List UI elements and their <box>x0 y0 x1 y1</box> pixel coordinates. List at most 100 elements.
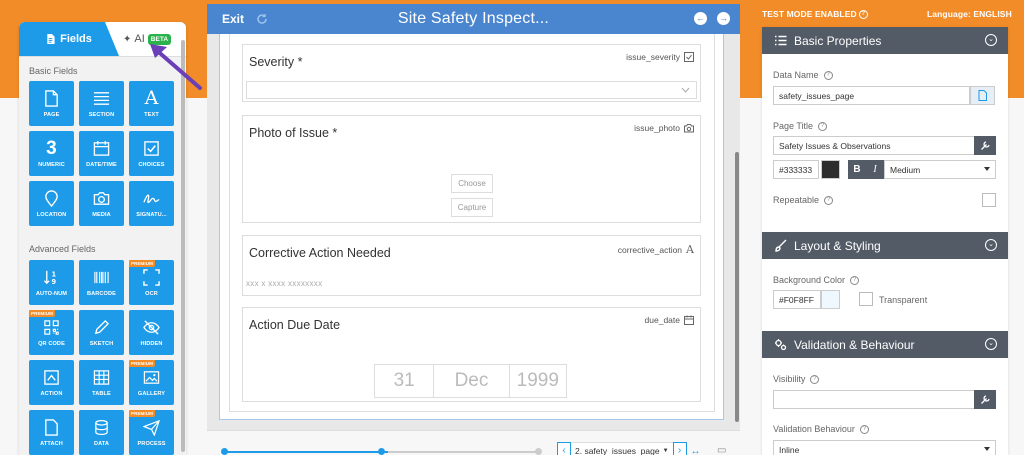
field-key-text: issue_photo <box>634 123 680 133</box>
font-weight-select[interactable]: Medium <box>884 160 996 179</box>
gears-icon <box>775 339 787 351</box>
field-page[interactable]: PAGE <box>29 81 74 126</box>
language-selector[interactable]: Language: ENGLISH <box>927 9 1012 19</box>
progress-dot-current[interactable] <box>378 448 385 455</box>
wrench-icon <box>980 395 990 404</box>
date-year[interactable]: 1999 <box>510 365 566 397</box>
field-table[interactable]: TABLE <box>79 360 124 405</box>
page-progress-track <box>388 451 538 453</box>
field-auto-num[interactable]: 19 AUTO-NUM <box>29 260 74 305</box>
date-month[interactable]: Dec <box>434 365 510 397</box>
next-page-chevron[interactable]: › <box>672 442 687 455</box>
field-sketch-label: SKETCH <box>89 340 114 347</box>
italic-button[interactable]: I <box>866 160 884 179</box>
severity-select[interactable] <box>246 81 697 99</box>
text-color-swatch[interactable] <box>821 160 840 179</box>
fields-scrollbar[interactable] <box>181 40 185 452</box>
chevron-down-icon[interactable]: ⌄ <box>985 338 997 350</box>
help-icon[interactable]: ? <box>850 275 860 285</box>
field-gallery[interactable]: PREMIUM GALLERY <box>129 360 174 405</box>
field-due-date[interactable]: Action Due Date due_date 31 Dec 1999 <box>242 307 701 402</box>
help-icon[interactable]: ? <box>810 374 820 384</box>
pencil-icon <box>94 319 110 334</box>
caret-down-icon: ▼ <box>662 448 669 454</box>
background-color-swatch[interactable] <box>821 290 840 309</box>
next-page-button[interactable]: → <box>717 12 730 25</box>
prev-page-chevron[interactable]: ‹ <box>557 442 571 455</box>
field-hidden[interactable]: HIDDEN <box>129 310 174 355</box>
field-data[interactable]: DATA <box>79 410 124 455</box>
copy-button[interactable] <box>970 86 995 105</box>
prev-page-button[interactable]: ← <box>694 12 707 25</box>
validation-behaviour-select[interactable]: Inline <box>773 440 996 455</box>
repeatable-checkbox[interactable] <box>982 193 996 207</box>
field-action[interactable]: ACTION <box>29 360 74 405</box>
page-dropdown[interactable]: 2. safety_issues_page ▼ <box>571 442 673 455</box>
field-severity[interactable]: Severity * issue_severity <box>242 44 701 102</box>
background-color-input[interactable]: #F0F8FF <box>773 290 821 309</box>
progress-dot-end[interactable] <box>535 448 542 455</box>
field-numeric[interactable]: 3 NUMERIC <box>29 131 74 176</box>
help-icon[interactable]: ? <box>858 10 868 20</box>
canvas-scrollbar[interactable] <box>735 152 739 422</box>
field-process[interactable]: PREMIUM PROCESS <box>129 410 174 455</box>
transparent-checkbox[interactable] <box>859 292 873 306</box>
field-barcode[interactable]: BARCODE <box>79 260 124 305</box>
field-attach[interactable]: ATTACH <box>29 410 74 455</box>
date-picker[interactable]: 31 Dec 1999 <box>374 364 567 398</box>
test-mode-text: TEST MODE ENABLED <box>762 9 857 19</box>
tab-fields[interactable]: Fields <box>19 22 119 56</box>
help-icon[interactable]: ? <box>824 195 834 205</box>
field-media[interactable]: MEDIA <box>79 181 124 226</box>
expand-horizontal-icon[interactable]: ↔ <box>691 446 701 455</box>
field-sketch[interactable]: SKETCH <box>79 310 124 355</box>
expression-button[interactable] <box>974 136 996 155</box>
visibility-input[interactable] <box>773 390 975 409</box>
section-basic-properties[interactable]: Basic Properties ⌄ <box>762 27 1008 54</box>
field-qr-code-label: QR CODE <box>38 340 65 347</box>
premium-badge: PREMIUM <box>29 310 55 317</box>
field-corrective-action[interactable]: Corrective Action Needed corrective_acti… <box>242 235 701 296</box>
field-ocr-label: OCR <box>145 290 158 297</box>
field-location[interactable]: LOCATION <box>29 181 74 226</box>
text-color-input[interactable]: #333333 <box>773 160 819 179</box>
date-day[interactable]: 31 <box>375 365 435 397</box>
help-icon[interactable]: ? <box>859 424 869 434</box>
visibility-expression-button[interactable] <box>974 390 996 409</box>
field-datetime[interactable]: DATE/TIME <box>79 131 124 176</box>
field-severity-key: issue_severity <box>626 52 694 62</box>
basic-fields-title: Basic Fields <box>29 66 78 76</box>
help-icon[interactable]: ? <box>818 121 828 131</box>
field-signature[interactable]: SIGNATU... <box>129 181 174 226</box>
choose-button[interactable]: Choose <box>451 174 493 193</box>
section-validation-behaviour[interactable]: Validation & Behaviour ⌄ <box>762 331 1008 358</box>
capture-button[interactable]: Capture <box>451 198 493 217</box>
field-choices[interactable]: CHOICES <box>129 131 174 176</box>
help-icon[interactable]: ? <box>823 70 833 80</box>
page-title-input[interactable]: Safety Issues & Observations <box>773 136 975 155</box>
field-data-label: DATA <box>93 440 110 447</box>
field-photo[interactable]: Photo of Issue * issue_photo Choose Capt… <box>242 115 701 223</box>
data-name-input[interactable]: safety_issues_page <box>773 86 970 105</box>
field-section[interactable]: SECTION <box>79 81 124 126</box>
field-due-date-key: due_date <box>645 315 694 325</box>
chevron-down-icon[interactable]: ⌄ <box>985 239 997 251</box>
repeatable-label: Repeatable? <box>773 195 834 205</box>
text-icon: A <box>686 243 694 256</box>
section-layout-styling[interactable]: Layout & Styling ⌄ <box>762 232 1008 259</box>
chevron-down-icon[interactable]: ⌄ <box>985 34 997 46</box>
page-progress-filled <box>225 451 388 453</box>
field-ocr[interactable]: PREMIUM OCR <box>129 260 174 305</box>
barcode-icon <box>94 271 109 283</box>
field-numeric-label: NUMERIC <box>38 161 65 168</box>
data-name-label: Data Name? <box>773 70 833 80</box>
list-icon <box>775 35 787 46</box>
field-signature-label: SIGNATU... <box>136 211 167 218</box>
field-qr-code[interactable]: PREMIUM QR CODE <box>29 310 74 355</box>
paper-plane-icon <box>143 419 160 436</box>
checkbox-icon <box>684 52 694 62</box>
keyboard-icon[interactable]: ▭ <box>717 445 726 455</box>
bold-button[interactable]: B <box>848 160 866 179</box>
corrective-action-input[interactable]: xxx x xxxx xxxxxxxx <box>246 279 322 288</box>
progress-dot-start[interactable] <box>221 448 228 455</box>
